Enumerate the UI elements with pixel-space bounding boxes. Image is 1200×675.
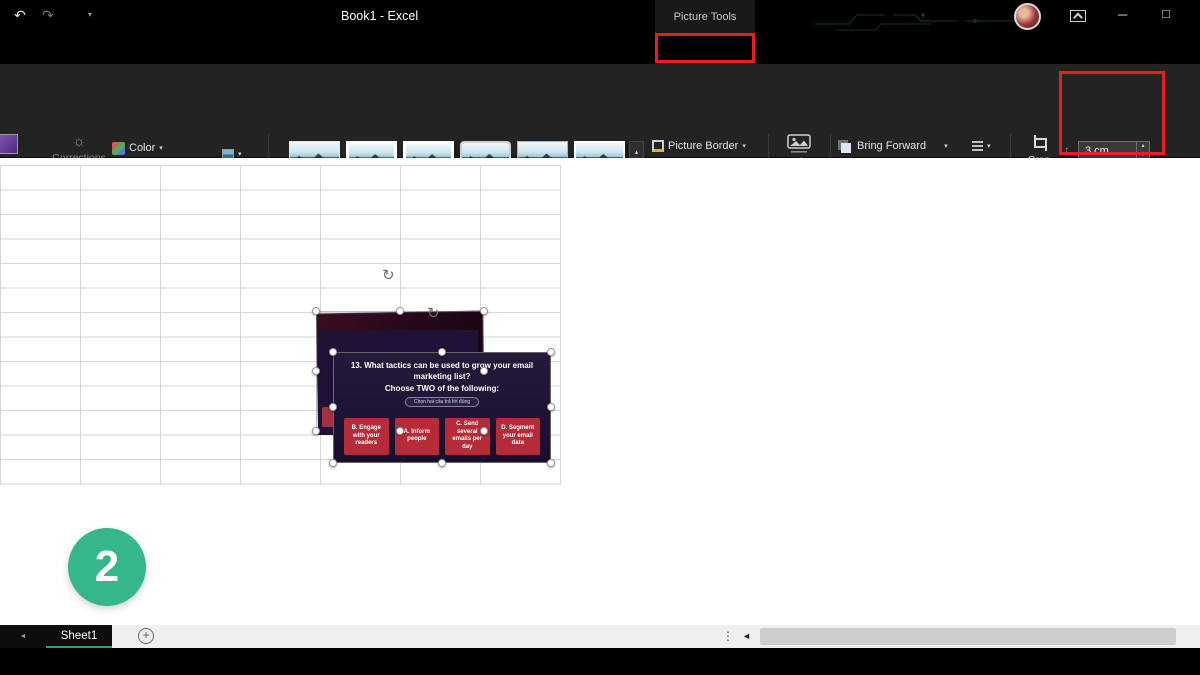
chevron-down-icon[interactable]: ▾ bbox=[944, 142, 948, 150]
chevron-down-icon[interactable]: ▾ bbox=[159, 144, 163, 152]
annotation-box-size-group bbox=[1059, 71, 1165, 155]
bring-forward-icon bbox=[841, 143, 851, 153]
gallery-up-icon[interactable]: ▴ bbox=[635, 148, 639, 156]
horizontal-scrollbar-thumb[interactable] bbox=[760, 628, 1176, 645]
selection-handle[interactable] bbox=[480, 307, 488, 315]
selection-handle[interactable] bbox=[480, 367, 488, 375]
chevron-down-icon[interactable]: ▾ bbox=[238, 150, 242, 158]
color-icon bbox=[112, 142, 125, 155]
crop-icon bbox=[1031, 135, 1047, 151]
circuit-decoration bbox=[815, 0, 1015, 33]
remove-background-icon bbox=[0, 134, 18, 154]
selection-handle[interactable] bbox=[438, 348, 446, 356]
chevron-down-icon[interactable]: ▾ bbox=[742, 142, 746, 150]
ribbon-tab-bar: Home Insert Draw Page Layout Formulas Da… bbox=[0, 33, 1200, 64]
sheet-tab-label: Sheet1 bbox=[61, 630, 97, 642]
workbook-title: Book1 - Excel bbox=[341, 9, 418, 23]
undo-icon[interactable]: ↶ bbox=[14, 7, 26, 24]
plus-icon: + bbox=[142, 628, 149, 642]
sheet-options-ellipsis-icon[interactable]: ⋮ bbox=[722, 629, 734, 643]
minimize-button[interactable]: ─ bbox=[1118, 7, 1127, 22]
redo-icon[interactable]: ↷ bbox=[42, 7, 54, 24]
align-objects-button[interactable]: ▾ bbox=[972, 136, 991, 156]
selection-handle[interactable] bbox=[312, 427, 320, 435]
sheet-scroll-left-icon[interactable]: ◄ bbox=[20, 633, 27, 640]
sheet-tab-sheet1[interactable]: Sheet1 bbox=[46, 625, 112, 648]
picture-border-label: Picture Border bbox=[668, 140, 738, 152]
sheet-nav-block[interactable]: ◄ bbox=[0, 625, 46, 648]
picture-tools-context-panel: Picture Tools bbox=[655, 0, 755, 33]
picture-border-button[interactable]: Picture Border ▾ bbox=[652, 136, 746, 156]
selection-handle[interactable] bbox=[312, 307, 320, 315]
selection-handle[interactable] bbox=[312, 367, 320, 375]
selection-handle[interactable] bbox=[480, 427, 488, 435]
context-group-label: Picture Tools bbox=[674, 11, 737, 23]
selection-handle[interactable] bbox=[329, 403, 337, 411]
step-badge: 2 bbox=[68, 528, 146, 606]
alt-text-icon bbox=[787, 134, 811, 154]
color-button[interactable]: Color ▾ bbox=[112, 138, 163, 158]
bring-forward-button[interactable]: Bring Forward ▾ bbox=[838, 136, 948, 156]
user-avatar[interactable] bbox=[1014, 3, 1041, 30]
selection-handle[interactable] bbox=[547, 348, 555, 356]
status-bar: Accessibility: Investigate − + bbox=[0, 648, 1200, 675]
horizontal-scrollbar[interactable] bbox=[757, 625, 1181, 648]
ribbon-display-options-icon[interactable] bbox=[1070, 10, 1086, 22]
chevron-down-icon[interactable]: ▾ bbox=[987, 142, 991, 150]
ribbon: Remove Background ☼ Corrections ▾ Color … bbox=[0, 64, 1200, 158]
excel-window: ↶ ↷ ▾ Book1 - Excel Picture Tools ─ □ Ho… bbox=[0, 0, 1200, 675]
color-label: Color bbox=[129, 142, 155, 154]
selection-handle[interactable] bbox=[329, 459, 337, 467]
selection-handle[interactable] bbox=[438, 459, 446, 467]
rotate-handle-icon[interactable]: ↻ bbox=[427, 304, 440, 322]
quick-access-caret-icon[interactable]: ▾ bbox=[88, 10, 92, 19]
maximize-button[interactable]: □ bbox=[1162, 6, 1170, 21]
selection-outline bbox=[333, 352, 551, 463]
annotation-box-picture-format bbox=[655, 33, 755, 63]
selection-handle[interactable] bbox=[329, 348, 337, 356]
add-sheet-button[interactable]: + bbox=[138, 628, 154, 644]
rotate-handle-icon[interactable]: ↻ bbox=[382, 266, 395, 284]
corrections-icon: ☼ bbox=[72, 134, 86, 150]
selection-handle[interactable] bbox=[547, 459, 555, 467]
selection-handle[interactable] bbox=[547, 403, 555, 411]
align-icon bbox=[972, 141, 983, 151]
picture-border-icon bbox=[652, 140, 664, 152]
sheet-tab-strip: ◄ Sheet1 + ⋮ ◄ bbox=[0, 625, 1200, 648]
selection-handle[interactable] bbox=[396, 427, 404, 435]
selection-handle[interactable] bbox=[396, 307, 404, 315]
bring-forward-label: Bring Forward bbox=[857, 140, 926, 152]
hscroll-left-icon[interactable]: ◄ bbox=[742, 631, 751, 641]
title-bar: ↶ ↷ ▾ Book1 - Excel Picture Tools ─ □ bbox=[0, 0, 1200, 33]
